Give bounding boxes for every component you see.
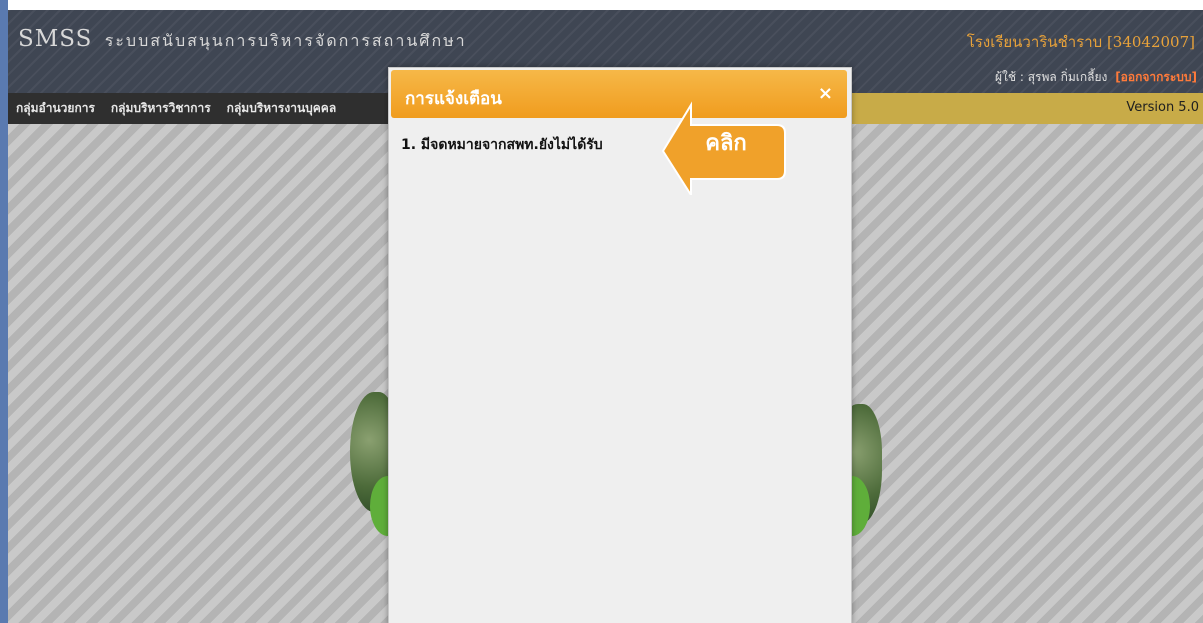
logo-text: SMSS bbox=[18, 26, 93, 52]
menu-item-academic[interactable]: กลุ่มบริหารวิชาการ bbox=[103, 99, 219, 118]
notification-item[interactable]: 1. มีจดหมายจากสพท.ยังไม่ได้รับ bbox=[401, 134, 603, 156]
user-name: ผู้ใช้ : สุรพล กิ่มเกลี้ยง bbox=[995, 70, 1108, 84]
modal-title: การแจ้งเตือน bbox=[405, 89, 502, 109]
app-logo: SMSS ระบบสนับสนุนการบริหารจัดการสถานศึกษ… bbox=[18, 26, 467, 54]
version-label: Version 5.0 bbox=[1126, 100, 1199, 115]
main-menu: กลุ่มอำนวยการ กลุ่มบริหารวิชาการ กลุ่มบร… bbox=[8, 93, 408, 124]
logout-link[interactable]: [ออกจากระบบ] bbox=[1115, 70, 1197, 84]
close-icon[interactable]: × bbox=[818, 83, 833, 104]
school-name: โรงเรียนวารินชำราบ [34042007] bbox=[966, 33, 1195, 51]
notification-modal: การแจ้งเตือน × 1. มีจดหมายจากสพท.ยังไม่ไ… bbox=[388, 67, 852, 623]
menu-item-personnel[interactable]: กลุ่มบริหารงานบุคคล bbox=[219, 99, 345, 118]
callout-label: คลิก bbox=[705, 131, 747, 156]
app: SMSS ระบบสนับสนุนการบริหารจัดการสถานศึกษ… bbox=[8, 10, 1203, 623]
window-left-edge bbox=[0, 0, 8, 623]
logo-subtitle: ระบบสนับสนุนการบริหารจัดการสถานศึกษา bbox=[104, 31, 467, 50]
menu-item-administration[interactable]: กลุ่มอำนวยการ bbox=[8, 99, 103, 118]
user-info: ผู้ใช้ : สุรพล กิ่มเกลี้ยง [ออกจากระบบ] bbox=[995, 68, 1197, 87]
